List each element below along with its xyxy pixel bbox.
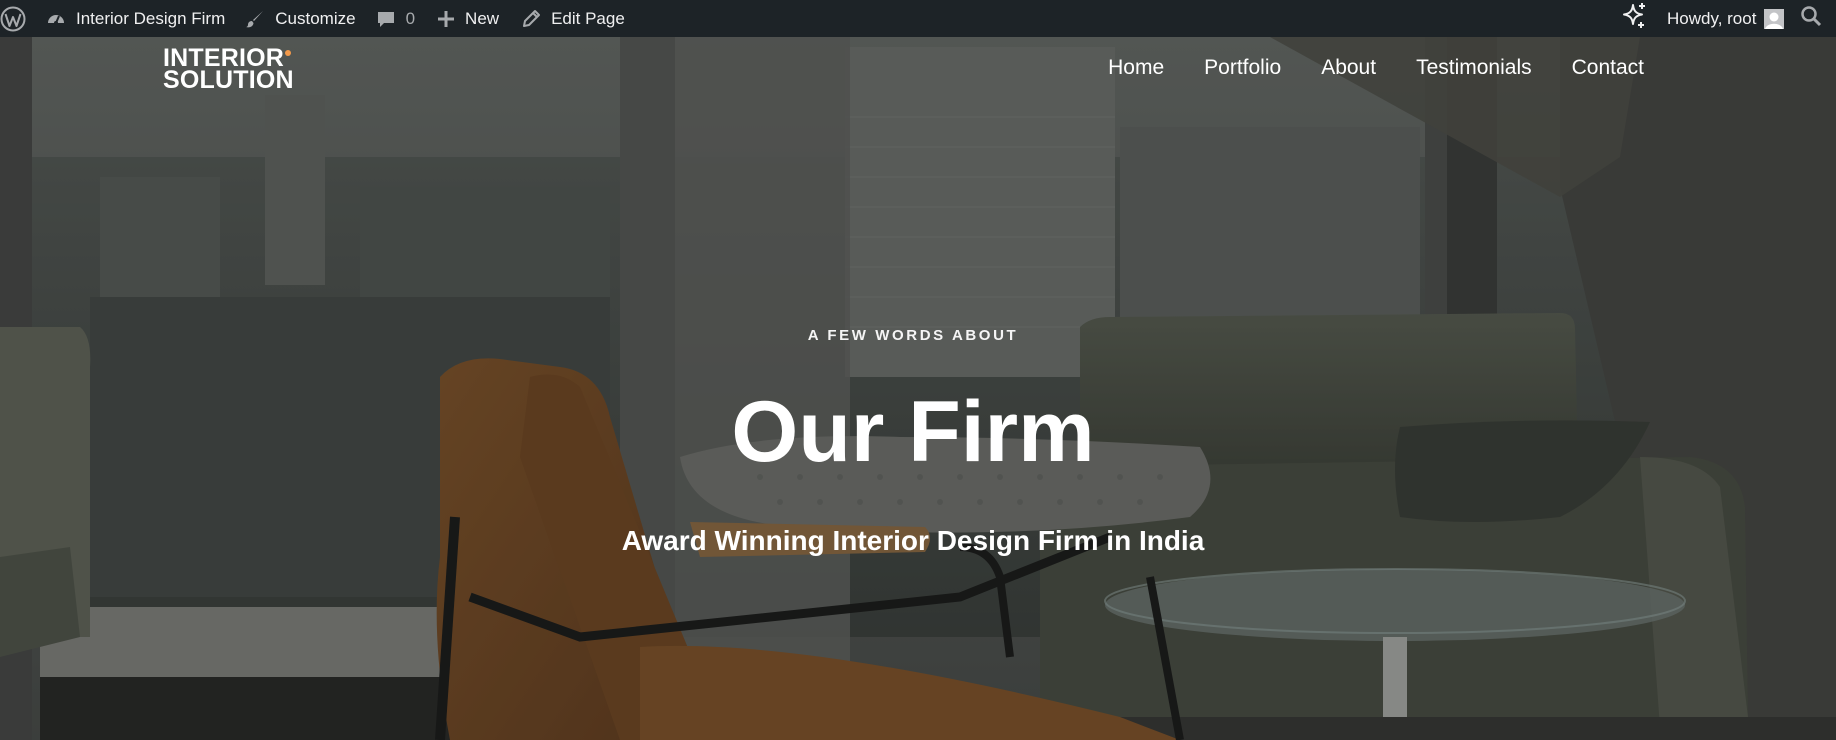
comment-bubble-icon [376, 9, 396, 29]
avatar [1764, 8, 1785, 29]
edit-page-label: Edit Page [551, 8, 625, 28]
logo-line-2: SOLUTION [163, 66, 294, 94]
comments-count: 0 [405, 8, 416, 28]
nav-home[interactable]: Home [1108, 56, 1164, 80]
dashboard-icon [46, 9, 66, 29]
site-name-menu[interactable]: Interior Design Firm [38, 0, 245, 37]
site-name-label: Interior Design Firm [76, 8, 226, 28]
ai-sparkle-button[interactable] [1620, 0, 1648, 37]
admin-bar: Interior Design Firm Customize 0 New Edi… [0, 0, 1836, 37]
howdy-label: Howdy, root [1667, 8, 1757, 28]
comments-button[interactable]: 0 [376, 0, 437, 37]
new-content-button[interactable]: New [437, 0, 521, 37]
new-label: New [465, 8, 500, 28]
nav-contact[interactable]: Contact [1572, 56, 1644, 80]
hero-title: Our Firm [731, 384, 1095, 480]
paintbrush-icon [245, 9, 265, 29]
hero-kicker: A FEW WORDS ABOUT [807, 327, 1019, 344]
hero-tagline: Award Winning Interior Design Firm in In… [621, 525, 1205, 556]
plus-icon [437, 10, 455, 28]
site-logo[interactable]: INTERIOR SOLUTION [163, 46, 294, 94]
pencil-icon [521, 9, 541, 29]
edit-page-button[interactable]: Edit Page [521, 0, 625, 37]
wordpress-logo-icon[interactable] [0, 0, 38, 37]
hero-section: INTERIOR SOLUTION Home Portfolio About T… [0, 37, 1836, 740]
nav-testimonials[interactable]: Testimonials [1416, 56, 1532, 80]
main-navigation: Home Portfolio About Testimonials Contac… [1108, 56, 1644, 80]
search-button[interactable] [1800, 0, 1822, 37]
user-account-menu[interactable]: Howdy, root [1667, 0, 1785, 37]
customize-button[interactable]: Customize [245, 0, 375, 37]
nav-portfolio[interactable]: Portfolio [1204, 56, 1281, 80]
search-icon [1800, 5, 1822, 32]
customize-label: Customize [275, 8, 356, 28]
logo-accent-dot [285, 50, 292, 56]
sparkle-icon [1620, 2, 1648, 35]
nav-about[interactable]: About [1321, 56, 1376, 80]
